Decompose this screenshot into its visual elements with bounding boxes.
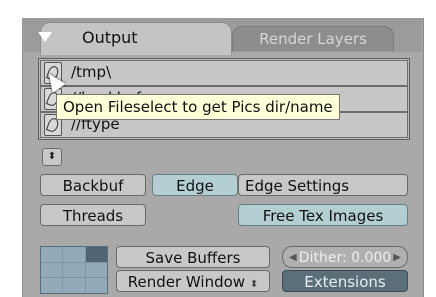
path-value: /tmp\ [71, 63, 112, 81]
path-field-pics[interactable]: /tmp\ [40, 60, 408, 86]
render-window-label: Render Window [127, 273, 246, 291]
grid-cell[interactable] [41, 247, 63, 262]
backbuf-button[interactable]: Backbuf [40, 174, 146, 196]
tab-output-label: Output [82, 28, 138, 47]
decrement-arrow-icon[interactable]: ◀ [289, 247, 297, 269]
grid-cell[interactable] [85, 262, 107, 278]
dither-field[interactable]: ◀ Dither: 0.000 ▶ [282, 246, 408, 268]
tab-render-layers[interactable]: Render Layers [232, 26, 394, 51]
select-arrows-icon: ⬍ [249, 279, 259, 290]
grid-cell[interactable] [41, 278, 63, 293]
render-window-layout-grid[interactable] [40, 246, 108, 294]
increment-arrow-icon[interactable]: ▶ [393, 247, 401, 269]
grid-cell[interactable] [85, 278, 107, 293]
render-window-select[interactable]: Render Window ⬍ [116, 270, 270, 292]
tooltip: Open Fileselect to get Pics dir/name [56, 94, 340, 120]
free-tex-images-button[interactable]: Free Tex Images [238, 204, 408, 226]
grid-cell[interactable] [41, 262, 63, 278]
path-menu-toggle[interactable]: ⬍ [42, 148, 62, 166]
grid-cell[interactable] [63, 247, 85, 262]
save-buffers-button[interactable]: Save Buffers [116, 246, 270, 268]
extensions-button[interactable]: Extensions [282, 270, 408, 292]
grid-cell[interactable] [85, 247, 107, 262]
edge-settings-button[interactable]: Edge Settings [238, 174, 408, 196]
dither-label: Dither: 0.000 [298, 250, 392, 266]
grid-cell[interactable] [63, 262, 85, 278]
collapse-triangle-icon[interactable] [38, 32, 52, 42]
grid-cell[interactable] [63, 278, 85, 293]
threads-button[interactable]: Threads [40, 204, 146, 226]
edge-button[interactable]: Edge [152, 174, 238, 196]
